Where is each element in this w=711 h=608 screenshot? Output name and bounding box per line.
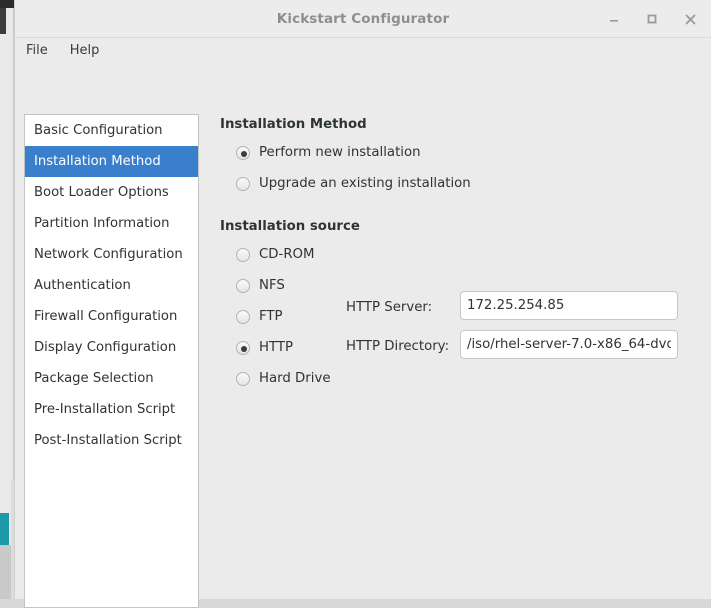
maximize-icon[interactable]: [639, 6, 665, 32]
minimize-icon[interactable]: [601, 6, 627, 32]
radio-indicator[interactable]: [236, 177, 250, 191]
sidebar-item-firewall-configuration[interactable]: Firewall Configuration: [25, 301, 198, 332]
radio-label: NFS: [259, 278, 285, 293]
titlebar[interactable]: Kickstart Configurator: [15, 0, 711, 38]
background-window-lower: [0, 545, 11, 599]
radio-label: HTTP: [259, 340, 293, 355]
radio-ftp[interactable]: FTP: [236, 309, 283, 324]
sidebar-item-package-selection[interactable]: Package Selection: [25, 363, 198, 394]
sidebar-item-network-configuration[interactable]: Network Configuration: [25, 239, 198, 270]
radio-indicator[interactable]: [236, 341, 250, 355]
background-window-accent: [0, 513, 9, 545]
radio-http[interactable]: HTTP: [236, 340, 293, 355]
sidebar-item-boot-loader-options[interactable]: Boot Loader Options: [25, 177, 198, 208]
sidebar-item-post-installation-script[interactable]: Post-Installation Script: [25, 425, 198, 456]
sidebar-item-partition-information[interactable]: Partition Information: [25, 208, 198, 239]
http-server-label: HTTP Server:: [346, 300, 432, 315]
http-directory-label: HTTP Directory:: [346, 339, 449, 354]
sidebar-item-installation-method[interactable]: Installation Method: [25, 146, 198, 177]
radio-indicator[interactable]: [236, 310, 250, 324]
installation-source-heading: Installation source: [220, 219, 360, 234]
radio-indicator[interactable]: [236, 372, 250, 386]
radio-indicator[interactable]: [236, 146, 250, 160]
close-icon[interactable]: [677, 6, 703, 32]
content-area: Basic Configuration Installation Method …: [15, 64, 711, 599]
radio-label: FTP: [259, 309, 283, 324]
window-controls: [601, 0, 703, 38]
sidebar-item-authentication[interactable]: Authentication: [25, 270, 198, 301]
sidebar-item-pre-installation-script[interactable]: Pre-Installation Script: [25, 394, 198, 425]
sidebar-item-display-configuration[interactable]: Display Configuration: [25, 332, 198, 363]
radio-label: Hard Drive: [259, 371, 331, 386]
radio-upgrade-existing-installation[interactable]: Upgrade an existing installation: [236, 176, 471, 191]
http-directory-input[interactable]: /iso/rhel-server-7.0-x86_64-dvd: [460, 330, 678, 359]
background-window-edge: [0, 8, 6, 34]
kickstart-configurator-window: Kickstart Configurator: [14, 0, 711, 599]
menu-item-help[interactable]: Help: [59, 40, 111, 62]
radio-indicator[interactable]: [236, 279, 250, 293]
radio-nfs[interactable]: NFS: [236, 278, 285, 293]
menubar: File Help: [15, 38, 711, 64]
radio-label: Upgrade an existing installation: [259, 176, 471, 191]
radio-label: CD-ROM: [259, 247, 315, 262]
http-server-input[interactable]: 172.25.254.85: [460, 291, 678, 320]
radio-perform-new-installation[interactable]: Perform new installation: [236, 145, 421, 160]
sidebar-item-basic-configuration[interactable]: Basic Configuration: [25, 115, 198, 146]
radio-indicator[interactable]: [236, 248, 250, 262]
installation-method-heading: Installation Method: [220, 117, 367, 132]
navigation-sidebar[interactable]: Basic Configuration Installation Method …: [24, 114, 199, 608]
radio-cd-rom[interactable]: CD-ROM: [236, 247, 315, 262]
main-pane: Installation Method Perform new installa…: [216, 64, 711, 599]
radio-label: Perform new installation: [259, 145, 421, 160]
http-directory-value: /iso/rhel-server-7.0-x86_64-dvd: [467, 337, 671, 352]
radio-hard-drive[interactable]: Hard Drive: [236, 371, 331, 386]
http-server-value: 172.25.254.85: [467, 298, 564, 313]
background-window-titlebar: [0, 0, 14, 8]
desktop-background: Kickstart Configurator: [0, 0, 711, 599]
menu-item-file[interactable]: File: [15, 40, 59, 62]
